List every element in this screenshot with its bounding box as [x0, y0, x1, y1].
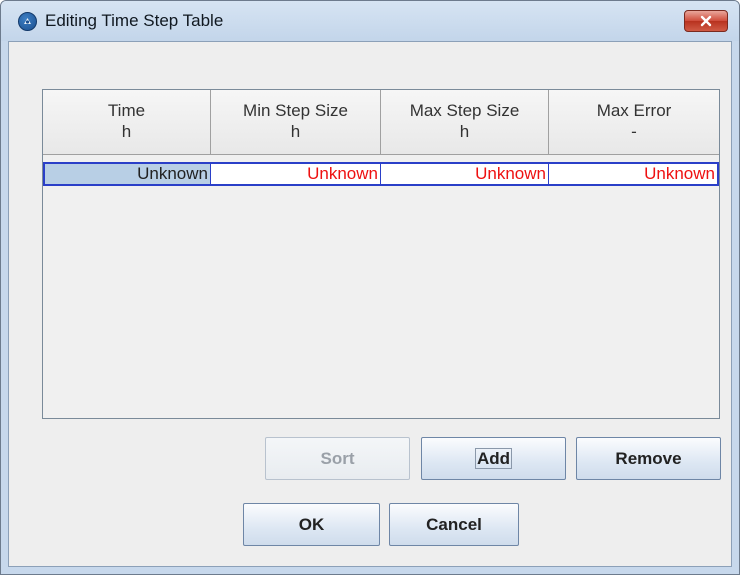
app-icon — [18, 12, 37, 31]
column-unit: h — [290, 122, 301, 141]
column-header-max-step-size[interactable]: Max Step Size h — [381, 90, 549, 154]
column-header-min-step-size[interactable]: Min Step Size h — [211, 90, 381, 154]
table-header: Time h Min Step Size h Max Step Size h M… — [43, 90, 719, 155]
column-header-time[interactable]: Time h — [43, 90, 211, 154]
close-icon — [700, 15, 712, 27]
cancel-button[interactable]: Cancel — [389, 503, 519, 546]
remove-button[interactable]: Remove — [576, 437, 721, 480]
table-cell-min-step-size[interactable]: Unknown — [211, 164, 381, 184]
column-name: Min Step Size — [243, 101, 348, 120]
column-header-max-error[interactable]: Max Error - — [549, 90, 719, 154]
table-cell-time[interactable]: Unknown — [45, 164, 211, 184]
dialog-title: Editing Time Step Table — [45, 11, 224, 30]
table-cell-max-step-size[interactable]: Unknown — [381, 164, 549, 184]
add-button-label: Add — [474, 448, 513, 469]
sort-button[interactable]: Sort — [265, 437, 410, 480]
sort-button-label: Sort — [320, 449, 355, 468]
column-name: Max Step Size — [409, 101, 520, 120]
column-unit: - — [631, 122, 637, 141]
column-unit: h — [459, 122, 470, 141]
remove-button-label: Remove — [615, 449, 682, 468]
table-cell-max-error[interactable]: Unknown — [549, 164, 717, 184]
close-button[interactable] — [684, 10, 728, 32]
column-name: Time — [107, 101, 146, 120]
cancel-button-label: Cancel — [426, 515, 482, 534]
ok-button-label: OK — [298, 515, 325, 534]
dialog-window: Editing Time Step Table Time h Min Step … — [0, 0, 740, 575]
column-unit: h — [121, 122, 132, 141]
time-step-table: Time h Min Step Size h Max Step Size h M… — [42, 89, 720, 419]
column-name: Max Error — [596, 101, 672, 120]
title-bar[interactable]: Editing Time Step Table — [1, 1, 739, 41]
add-button[interactable]: Add — [421, 437, 566, 480]
table-row[interactable]: Unknown Unknown Unknown Unknown — [43, 162, 719, 186]
dialog-content: Time h Min Step Size h Max Step Size h M… — [8, 41, 732, 567]
ok-button[interactable]: OK — [243, 503, 380, 546]
